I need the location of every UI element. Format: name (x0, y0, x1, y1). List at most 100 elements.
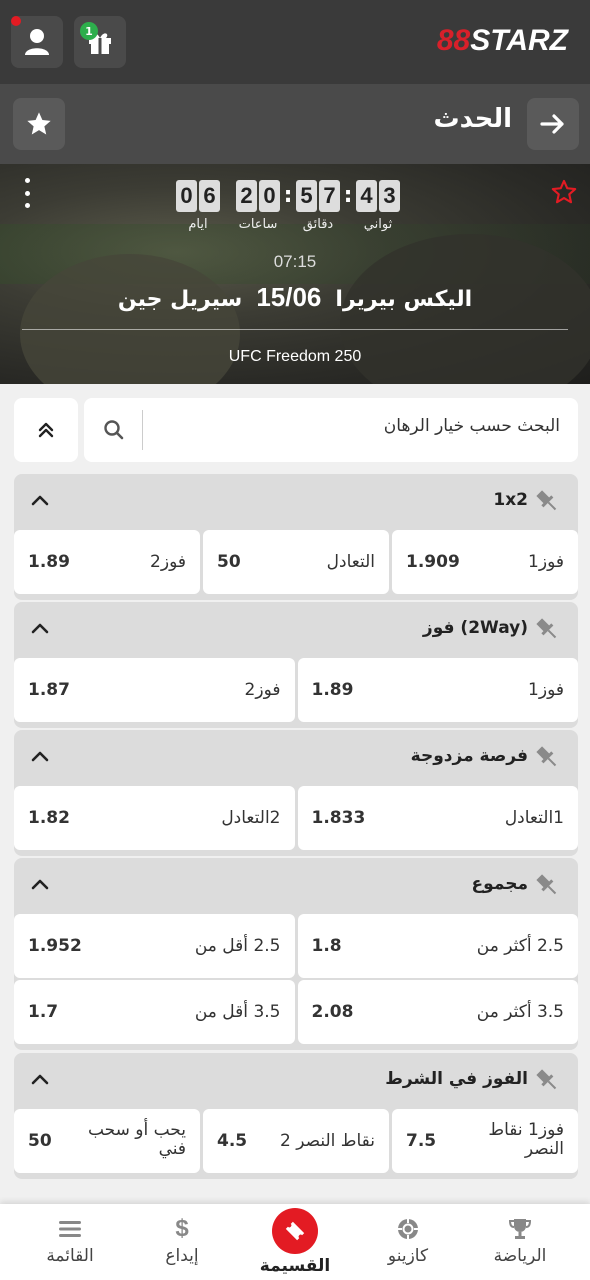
odds-value: 1.89 (28, 552, 70, 572)
market-header[interactable]: الفوز في الشرط (14, 1053, 578, 1109)
search-icon[interactable] (102, 418, 126, 442)
more-options-button[interactable] (20, 178, 34, 208)
nav-menu[interactable]: القائمة (11, 1204, 129, 1280)
countdown-digit: 6 (199, 180, 220, 212)
search-row (14, 398, 578, 462)
gift-count-badge: 1 (80, 22, 98, 40)
pin-button[interactable] (532, 614, 562, 648)
search-input[interactable] (160, 416, 560, 436)
nav-betslip[interactable]: القسيمة (236, 1204, 354, 1280)
outcome-label: 1التعادل (504, 808, 564, 828)
pin-button[interactable] (532, 1065, 562, 1099)
countdown-digit: 7 (319, 180, 340, 212)
odds-button[interactable]: فوز2 1.87 (14, 658, 295, 722)
dollar-icon: $ (175, 1215, 189, 1242)
outcome-label: نقاط النصر 2 (279, 1131, 375, 1151)
market-header[interactable]: فرصة مزدوجة (14, 730, 578, 786)
ticket-icon (285, 1221, 305, 1241)
outcome-label: 3.5 أكثر من (476, 1002, 564, 1022)
outcome-label: فوز2 (150, 552, 186, 572)
brand-logo[interactable]: 88STARZ (437, 24, 568, 58)
nav-casino[interactable]: كازينو (349, 1204, 467, 1280)
odds-value: 50 (28, 1131, 52, 1151)
favorite-button[interactable] (13, 98, 65, 150)
odds-value: 1.7 (28, 1002, 59, 1022)
back-button[interactable] (527, 98, 579, 150)
double-chevron-up-icon (38, 422, 54, 438)
odds-button[interactable]: يحب أو سحب فني 50 (14, 1109, 200, 1173)
market-group: 1x2 فوز1 1.909 التعادل 50 فوز2 1.89 (14, 474, 578, 600)
odds-value: 1.87 (28, 680, 70, 700)
odds-button[interactable]: 2.5 أكثر من 1.8 (297, 914, 578, 978)
nav-deposit-label: إيداع (165, 1246, 199, 1266)
pin-button[interactable] (532, 870, 562, 904)
collapse-all-button[interactable] (14, 398, 78, 462)
outcome-label: فوز1 نقاط النصر (488, 1120, 564, 1159)
collapse-market-button[interactable] (30, 620, 50, 639)
odds-button[interactable]: فوز2 1.89 (14, 530, 200, 594)
match-line: اليكس بيريرا 15/06 سيريل جين (0, 282, 590, 313)
odds-button[interactable]: التعادل 50 (203, 530, 389, 594)
odds-button[interactable]: فوز1 1.909 (392, 530, 578, 594)
market-header[interactable]: 1x2 (14, 474, 578, 530)
market-header[interactable]: مجموع (14, 858, 578, 914)
pin-icon (536, 746, 557, 767)
pin-icon (536, 618, 557, 639)
countdown-digit: 0 (176, 180, 197, 212)
countdown-hours-label: ساعات (238, 217, 278, 232)
search-divider (142, 410, 143, 450)
outcome-label: فوز2 (244, 680, 281, 700)
odds-button[interactable]: 2.5 أقل من 1.952 (14, 914, 295, 978)
odds-value: 4.5 (217, 1131, 248, 1151)
countdown-colon: : (343, 183, 353, 208)
collapse-market-button[interactable] (30, 876, 50, 895)
nav-casino-label: كازينو (387, 1246, 429, 1266)
page-title: الحدث (433, 104, 512, 134)
nav-sports[interactable]: الرياضة (461, 1204, 579, 1280)
nav-betslip-label: القسيمة (259, 1256, 331, 1276)
odds-value: 7.5 (406, 1131, 437, 1151)
odds-button[interactable]: 2التعادل 1.82 (14, 786, 295, 850)
market-title: فرصة مزدوجة (410, 746, 528, 766)
market-group: الفوز في الشرط فوز1 نقاط النصر 7.5 نقاط الن… (14, 1053, 578, 1179)
odds-button[interactable]: نقاط النصر 2 4.5 (203, 1109, 389, 1173)
odds-value: 1.909 (406, 552, 460, 572)
collapse-market-button[interactable] (30, 492, 50, 511)
chevron-up-icon (31, 879, 49, 890)
outcome-label: 2.5 أقل من (194, 936, 281, 956)
odds-row: 3.5 أكثر من 2.08 3.5 أقل من 1.7 (14, 980, 578, 1044)
countdown-digit: 2 (236, 180, 257, 212)
pin-button[interactable] (532, 742, 562, 776)
odds-button[interactable]: 1التعادل 1.833 (297, 786, 578, 850)
pin-icon (536, 1069, 557, 1090)
chevron-up-icon (31, 623, 49, 634)
market-header[interactable]: فوز (2Way) (14, 602, 578, 658)
odds-button[interactable]: 3.5 أقل من 1.7 (14, 980, 295, 1044)
odds-button[interactable]: 3.5 أكثر من 2.08 (297, 980, 578, 1044)
markets-content: 1x2فوز11.909التعادل50فوز21.89فوز (2Way)ف… (0, 384, 590, 1204)
logo-accent: 88 (436, 24, 471, 57)
league-name: UFC Freedom 250 (228, 348, 362, 365)
collapse-market-button[interactable] (30, 748, 50, 767)
event-hero: 06 ايام 20 ساعات : 57 دقائق : 43 ثواني 0… (0, 164, 590, 384)
pin-button[interactable] (532, 486, 562, 520)
chevron-up-icon (31, 495, 49, 506)
nav-menu-label: القائمة (46, 1246, 94, 1266)
odds-button[interactable]: فوز1 نقاط النصر 7.5 (392, 1109, 578, 1173)
collapse-market-button[interactable] (30, 1071, 50, 1090)
event-favorite-button[interactable] (550, 178, 578, 210)
odds-button[interactable]: فوز1 1.89 (297, 658, 578, 722)
top-bar: 1 88STARZ (0, 0, 590, 84)
outcome-label: يحب أو سحب فني (87, 1120, 186, 1159)
trophy-icon (508, 1219, 532, 1239)
countdown-colon: : (283, 183, 293, 208)
nav-deposit[interactable]: $ إيداع (123, 1204, 241, 1280)
market-title: الفوز في الشرط (385, 1069, 528, 1089)
odds-row: 2.5 أكثر من 1.8 2.5 أقل من 1.952 (14, 914, 578, 978)
odds-value: 1.8 (311, 936, 342, 956)
market-title: 1x2 (493, 490, 528, 510)
countdown-minutes-label: دقائق (302, 217, 334, 232)
market-group: فوز (2Way) فوز1 1.89 فوز2 1.87 (14, 602, 578, 728)
odds-value: 50 (217, 552, 241, 572)
countdown-digit: 4 (356, 180, 377, 212)
